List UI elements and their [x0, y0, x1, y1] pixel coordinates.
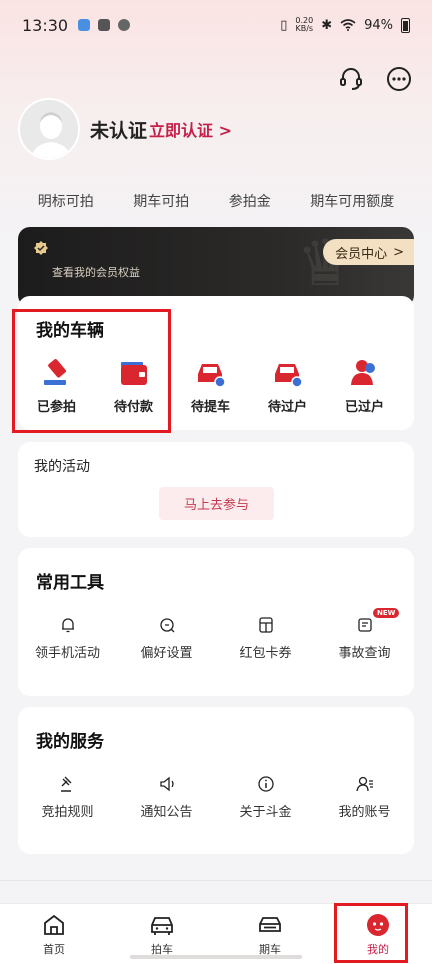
vehicle-item-pending-transfer[interactable]: 待过户: [249, 358, 326, 415]
username: 未认证: [90, 119, 148, 142]
service-notices[interactable]: 通知公告: [117, 775, 216, 820]
network-speed-unit: KB/s: [295, 24, 314, 33]
more-dots-icon[interactable]: [386, 66, 412, 92]
stats-row: 明标可拍 期车可拍 参拍金 期车可用额度: [0, 191, 432, 211]
member-benefits-text: 查看我的会员权益: [52, 266, 140, 279]
tool-accident-query[interactable]: NEW 事故查询: [315, 608, 414, 661]
battery-percent: 94%: [364, 17, 393, 33]
my-activity-card: 我的活动 马上去参与: [18, 442, 414, 537]
tool-label: 偏好设置: [140, 646, 193, 661]
status-time: 13:30: [22, 15, 69, 35]
coupon-icon: [258, 617, 273, 633]
member-center-label: 会员中心: [335, 246, 388, 262]
home-indicator: [130, 955, 302, 959]
message-notification-icon: [98, 19, 111, 31]
stat-item[interactable]: 期车可用额度: [310, 191, 394, 211]
notification-icons: [78, 19, 131, 31]
stat-item[interactable]: 期车可拍: [133, 191, 189, 211]
vehicle-item-transferred[interactable]: 已过户: [326, 358, 403, 415]
tool-label: 领手机活动: [34, 646, 100, 661]
service-label: 关于斗金: [239, 805, 292, 820]
users-transferred-icon: [350, 360, 375, 385]
home-icon: [44, 914, 64, 935]
my-activity-title: 我的活动: [34, 459, 90, 475]
gavel-icon: [60, 776, 71, 792]
preference-icon: [159, 618, 174, 633]
car-transfer-icon: [274, 364, 303, 388]
tool-label: 事故查询: [338, 646, 391, 661]
common-tools-title: 常用工具: [36, 573, 104, 593]
my-services-title: 我的服务: [36, 732, 104, 752]
status-right: ▯ 0.20 KB/s ✱ 94%: [280, 17, 410, 33]
common-tools-card: 常用工具 领手机活动 偏好设置 红包卡券 NEW 事故查询: [18, 548, 414, 696]
status-bar: 13:30 ▯ 0.20 KB/s ✱ 94%: [0, 0, 432, 50]
vehicle-item-label: 已过户: [344, 400, 384, 415]
vip-badge-icon: [34, 241, 48, 255]
bluetooth-icon: ✱: [321, 17, 333, 33]
services-grid: 竞拍规则 通知公告 关于斗金 我的账号: [18, 775, 414, 820]
tool-label: 红包卡券: [239, 646, 292, 661]
accident-query-icon: [357, 618, 372, 632]
tab-label: 首页: [43, 943, 65, 956]
vehicle-item-label: 待提车: [190, 400, 230, 415]
stat-item[interactable]: 明标可拍: [38, 191, 94, 211]
service-label: 我的账号: [338, 805, 391, 820]
avatar[interactable]: [18, 98, 80, 160]
new-badge: NEW: [373, 608, 400, 618]
profile-section: 未认证 立即认证 >: [18, 98, 232, 160]
account-icon: [355, 776, 373, 792]
tool-coupons[interactable]: 红包卡券: [216, 616, 315, 661]
bell-icon: [61, 618, 74, 633]
car-front-icon: [151, 917, 173, 935]
service-account[interactable]: 我的账号: [315, 775, 414, 820]
highlight-box-mine-tab: [334, 903, 408, 963]
info-icon: [257, 776, 274, 792]
sync-notification-icon: [118, 19, 131, 31]
vibrate-icon: ▯: [280, 17, 288, 33]
member-center-button[interactable]: 会员中心 >: [323, 239, 414, 265]
stat-item[interactable]: 参拍金: [229, 191, 271, 211]
service-label: 竞拍规则: [41, 805, 94, 820]
tool-phone-activity[interactable]: 领手机活动: [18, 616, 117, 661]
headset-icon[interactable]: [338, 66, 364, 92]
service-about[interactable]: 关于斗金: [216, 775, 315, 820]
my-services-card: 我的服务 竞拍规则 通知公告 关于斗金 我的账号: [18, 707, 414, 854]
verify-link[interactable]: 立即认证 >: [149, 117, 232, 141]
service-auction-rules[interactable]: 竞拍规则: [18, 775, 117, 820]
speaker-icon: [159, 776, 174, 792]
service-label: 通知公告: [140, 805, 193, 820]
tool-preferences[interactable]: 偏好设置: [117, 616, 216, 661]
battery-icon: [401, 17, 410, 33]
car-pickup-icon: [197, 364, 226, 388]
content-divider: [0, 880, 432, 881]
vehicle-item-pending-pickup[interactable]: 待提车: [172, 358, 249, 415]
member-banner[interactable]: ♛ 查看我的会员权益 会员中心 >: [18, 227, 414, 307]
tab-home[interactable]: 首页: [0, 904, 108, 964]
highlight-box-vehicles: [12, 309, 171, 433]
default-avatar-icon: [20, 100, 78, 158]
vehicle-item-label: 待过户: [267, 400, 307, 415]
chevron-right-icon: >: [393, 244, 404, 260]
tools-grid: 领手机活动 偏好设置 红包卡券 NEW 事故查询: [18, 608, 414, 661]
app-notification-icon: [78, 19, 91, 31]
header-actions: [338, 66, 412, 92]
join-activity-button[interactable]: 马上去参与: [159, 487, 274, 520]
wifi-icon: [340, 19, 356, 31]
car-side-icon: [259, 917, 281, 932]
network-speed: 0.20 KB/s: [295, 17, 313, 33]
